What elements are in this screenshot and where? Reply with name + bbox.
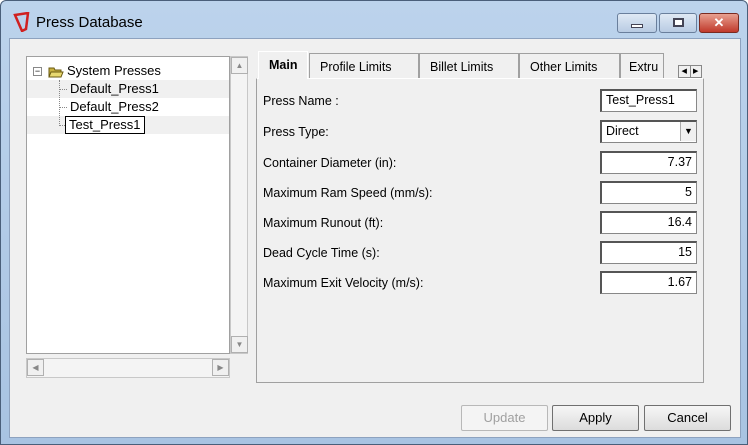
press-tree[interactable]: − System Presses Default_Press1 Default_… <box>26 56 230 354</box>
tree-vertical-scrollbar[interactable]: ▲ ▼ <box>230 56 248 354</box>
tree-horizontal-scrollbar[interactable]: ◀ ▶ <box>26 358 230 378</box>
max-ram-speed-input[interactable]: 5 <box>600 181 697 204</box>
update-button[interactable]: Update <box>461 405 548 431</box>
tab-billet-limits[interactable]: Billet Limits <box>419 53 519 79</box>
press-type-label: Press Type: <box>263 125 329 139</box>
tab-other-limits[interactable]: Other Limits <box>519 53 620 79</box>
tree-item-test-press1[interactable]: Test_Press1 <box>65 116 145 134</box>
tab-extrusion[interactable]: Extru <box>620 53 664 79</box>
tab-scroll-buttons[interactable]: ◀ ▶ <box>678 65 702 78</box>
tree-item-default-press1[interactable]: Default_Press1 <box>70 80 159 98</box>
press-type-select[interactable]: Direct ▼ <box>600 120 697 143</box>
dead-cycle-time-input[interactable]: 15 <box>600 241 697 264</box>
scroll-down-icon[interactable]: ▼ <box>231 336 248 353</box>
max-exit-velocity-input[interactable]: 1.67 <box>600 271 697 294</box>
press-database-window: Press Database ✕ − System Presses Defaul… <box>0 0 748 445</box>
tab-profile-limits[interactable]: Profile Limits <box>309 53 419 79</box>
max-runout-label: Maximum Runout (ft): <box>263 216 384 230</box>
container-diameter-label: Container Diameter (in): <box>263 156 397 170</box>
open-folder-icon <box>48 67 64 78</box>
minimize-button[interactable] <box>617 13 657 33</box>
close-button[interactable]: ✕ <box>699 13 739 33</box>
cancel-button[interactable]: Cancel <box>644 405 731 431</box>
dialog-body: − System Presses Default_Press1 Default_… <box>9 38 741 438</box>
maximize-button[interactable] <box>659 13 697 33</box>
tab-main[interactable]: Main <box>258 51 309 79</box>
app-logo-icon <box>13 12 30 32</box>
dead-cycle-time-label: Dead Cycle Time (s): <box>263 246 380 260</box>
press-type-value: Direct <box>606 124 639 138</box>
press-name-input[interactable]: Test_Press1 <box>600 89 697 112</box>
tree-node-system-presses[interactable]: System Presses <box>67 62 161 80</box>
scroll-left-icon[interactable]: ◀ <box>27 359 44 376</box>
max-ram-speed-label: Maximum Ram Speed (mm/s): <box>263 186 433 200</box>
close-icon: ✕ <box>713 15 725 30</box>
max-exit-velocity-label: Maximum Exit Velocity (m/s): <box>263 276 424 290</box>
container-diameter-input[interactable]: 7.37 <box>600 151 697 174</box>
scroll-up-icon[interactable]: ▲ <box>231 57 248 74</box>
chevron-down-icon[interactable]: ▼ <box>680 122 696 141</box>
window-title: Press Database <box>36 14 143 31</box>
tree-item-default-press2[interactable]: Default_Press2 <box>70 98 159 116</box>
scroll-right-icon[interactable]: ▶ <box>212 359 229 376</box>
apply-button[interactable]: Apply <box>552 405 639 431</box>
tab-scroll-right-icon[interactable]: ▶ <box>691 66 702 77</box>
press-name-label: Press Name : <box>263 94 339 108</box>
collapse-toggle-icon[interactable]: − <box>33 67 42 76</box>
main-tab-panel: Press Name : Test_Press1 Press Type: Dir… <box>256 78 704 383</box>
tab-scroll-left-icon[interactable]: ◀ <box>679 66 691 77</box>
max-runout-input[interactable]: 16.4 <box>600 211 697 234</box>
